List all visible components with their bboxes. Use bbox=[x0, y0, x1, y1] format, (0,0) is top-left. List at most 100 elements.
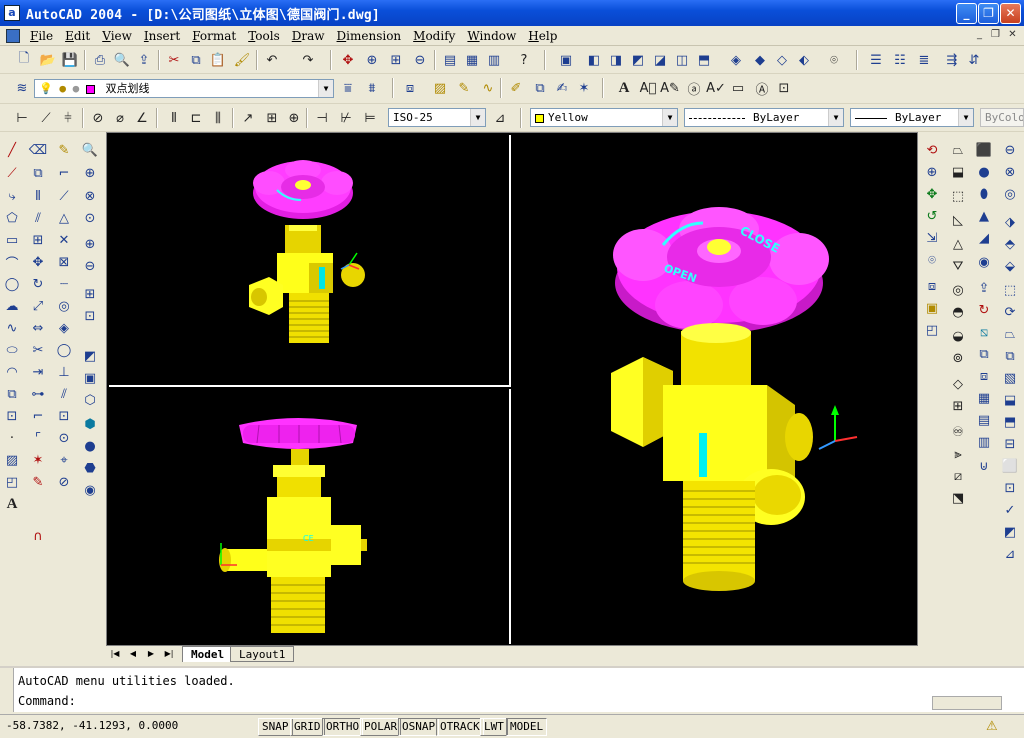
doc-minimize-icon[interactable]: _ bbox=[972, 28, 987, 42]
scale-icon[interactable]: ⤢ bbox=[28, 296, 48, 316]
copy-object-icon[interactable]: ⧉ bbox=[28, 163, 48, 183]
ellipse-icon[interactable]: ⬭ bbox=[2, 340, 22, 360]
new-icon[interactable]: 🗋 bbox=[14, 50, 34, 70]
communication-center-icon[interactable]: ⚠ bbox=[986, 719, 998, 734]
3d-orbit-icon[interactable]: ⟲ bbox=[922, 140, 942, 160]
break-icon[interactable]: ⊶ bbox=[28, 384, 48, 404]
osnap-toggle[interactable]: OSNAP bbox=[398, 718, 440, 736]
snap-midpoint-icon[interactable]: △ bbox=[54, 208, 74, 228]
viewport-bottom-left[interactable]: CE bbox=[109, 389, 511, 644]
ucs-icon[interactable]: ⊿ bbox=[1000, 544, 1020, 564]
stretch-icon[interactable]: ⇔ bbox=[28, 318, 48, 338]
coordinate-readout[interactable]: -58.7382, -41.1293, 0.0000 bbox=[6, 719, 178, 732]
arc-icon[interactable]: ⌒ bbox=[2, 252, 22, 272]
quick-dim-icon[interactable]: ⫴ bbox=[164, 108, 184, 128]
array-icon[interactable]: ⊞ bbox=[28, 230, 48, 250]
extrude-icon[interactable]: ⇪ bbox=[974, 278, 994, 298]
chevron-down-icon[interactable]: ▼ bbox=[828, 109, 843, 126]
undo-icon[interactable]: ↶ bbox=[262, 50, 282, 70]
layer-previous-icon[interactable]: ☰ bbox=[866, 50, 886, 70]
snap-insert-icon[interactable]: ⊡ bbox=[54, 406, 74, 426]
magnet-icon[interactable]: ∩ bbox=[28, 526, 48, 546]
layer-dropdown[interactable]: 💡 ● ● 双点划线 ▼ bbox=[34, 79, 334, 98]
leader-icon[interactable]: ↗ bbox=[238, 108, 258, 128]
layer-walk-icon[interactable]: ⇵ bbox=[964, 50, 984, 70]
offset-icon[interactable]: ⫽ bbox=[28, 208, 48, 228]
menu-format[interactable]: Format bbox=[186, 27, 242, 45]
3d-swivel-icon[interactable]: ↺ bbox=[922, 206, 942, 226]
tab-model[interactable]: Model bbox=[182, 646, 234, 662]
doc-restore-icon[interactable]: ❐ bbox=[988, 28, 1003, 42]
minimize-button[interactable]: _ bbox=[956, 3, 977, 24]
shade-2d-icon[interactable]: ◩ bbox=[80, 346, 100, 366]
viewport-right[interactable]: CLOSE OPEN bbox=[513, 135, 917, 644]
chamfer-icon[interactable]: ⌐ bbox=[28, 406, 48, 426]
explode-icon[interactable]: ✶ bbox=[574, 78, 594, 98]
edit-spline-icon[interactable]: ∿ bbox=[478, 78, 498, 98]
chevron-down-icon[interactable]: ▼ bbox=[318, 80, 333, 97]
snap-quadrant-icon[interactable]: ◈ bbox=[54, 318, 74, 338]
delete-faces-icon[interactable]: ⬚ bbox=[1000, 280, 1020, 300]
pan-icon[interactable]: ✥ bbox=[338, 50, 358, 70]
chevron-down-icon[interactable]: ▼ bbox=[662, 109, 677, 126]
snap-tangent-icon[interactable]: ◯ bbox=[54, 340, 74, 360]
plot-icon[interactable]: ⎙ bbox=[90, 50, 110, 70]
color-dropdown[interactable]: Yellow ▼ bbox=[530, 108, 678, 127]
box-surface-icon[interactable]: ⬚ bbox=[948, 186, 968, 206]
tolerance-icon[interactable]: ⊞ bbox=[262, 108, 282, 128]
dish-icon[interactable]: ◒ bbox=[948, 326, 968, 346]
layer-properties-icon[interactable]: ≋ bbox=[12, 78, 32, 98]
explode-modify-icon[interactable]: ✶ bbox=[28, 450, 48, 470]
copy-faces-icon[interactable]: ⧉ bbox=[1000, 346, 1020, 366]
cone-surface-icon[interactable]: ⛛ bbox=[948, 256, 968, 276]
setup-view-icon[interactable]: ▤ bbox=[974, 410, 994, 430]
edit-hatch-icon[interactable]: ▨ bbox=[430, 78, 450, 98]
section-icon[interactable]: ⧉ bbox=[974, 344, 994, 364]
separate-icon[interactable]: ⊟ bbox=[1000, 434, 1020, 454]
shade-3d-icon[interactable]: ▣ bbox=[80, 368, 100, 388]
setup-profile-icon[interactable]: ▥ bbox=[974, 432, 994, 452]
revision-cloud-icon[interactable]: ☁ bbox=[2, 296, 22, 316]
dim-update-icon[interactable]: ⊨ bbox=[360, 108, 380, 128]
last-tab-icon[interactable]: ▶| bbox=[162, 648, 176, 660]
right-view-icon[interactable]: ◪ bbox=[650, 50, 670, 70]
menu-window[interactable]: Window bbox=[461, 27, 522, 45]
grid-toggle[interactable]: GRID bbox=[290, 718, 325, 736]
command-prompt[interactable]: Command: bbox=[18, 694, 76, 708]
temp-track-icon[interactable]: ✎ bbox=[54, 140, 74, 160]
chevron-down-icon[interactable]: ▼ bbox=[958, 109, 973, 126]
3d-pan-icon[interactable]: ✥ bbox=[922, 184, 942, 204]
wedge-surface-icon[interactable]: ◺ bbox=[948, 210, 968, 230]
left-view-icon[interactable]: ◩ bbox=[628, 50, 648, 70]
slice-icon[interactable]: ⧅ bbox=[974, 322, 994, 342]
text-icon[interactable]: A bbox=[614, 78, 634, 98]
lwt-toggle[interactable]: LWT bbox=[480, 718, 508, 736]
fillet-icon[interactable]: ⌜ bbox=[28, 428, 48, 448]
zoom-window-icon[interactable]: ⊞ bbox=[386, 50, 406, 70]
dim-style-manager-icon[interactable]: ⊿ bbox=[490, 108, 510, 128]
bottom-view-icon[interactable]: ◨ bbox=[606, 50, 626, 70]
edge-surface-icon[interactable]: ⬔ bbox=[948, 488, 968, 508]
hidden-icon[interactable]: ⬡ bbox=[80, 390, 100, 410]
3d-front-clip-icon[interactable]: ▣ bbox=[922, 298, 942, 318]
flat-shaded-icon[interactable]: ⬢ bbox=[80, 414, 100, 434]
command-grip[interactable] bbox=[0, 668, 14, 712]
snap-from-icon[interactable]: ⌐ bbox=[54, 163, 74, 183]
diameter-dim-icon[interactable]: ⌀ bbox=[110, 108, 130, 128]
tabulated-surface-icon[interactable]: ⫸ bbox=[948, 444, 968, 464]
3d-back-clip-icon[interactable]: ◰ bbox=[922, 320, 942, 340]
menu-insert[interactable]: Insert bbox=[138, 27, 186, 45]
hatch-icon[interactable]: ▨ bbox=[2, 450, 22, 470]
snap-apparent-icon[interactable]: ⊠ bbox=[54, 252, 74, 272]
dome-icon[interactable]: ◓ bbox=[948, 302, 968, 322]
front-view-icon[interactable]: ◫ bbox=[672, 50, 692, 70]
close-button[interactable]: ✕ bbox=[1000, 3, 1021, 24]
interfere-icon[interactable]: ⧈ bbox=[974, 366, 994, 386]
zoom-all-icon[interactable]: ⊞ bbox=[80, 284, 100, 304]
layer-match-icon[interactable]: ⇶ bbox=[942, 50, 962, 70]
menu-view[interactable]: View bbox=[96, 27, 138, 45]
zoom-scale-icon[interactable]: ⊗ bbox=[80, 186, 100, 206]
viewport-top-left[interactable] bbox=[109, 135, 511, 387]
2d-solid-icon[interactable]: ⏢ bbox=[948, 140, 968, 160]
menu-modify[interactable]: Modify bbox=[407, 27, 461, 45]
